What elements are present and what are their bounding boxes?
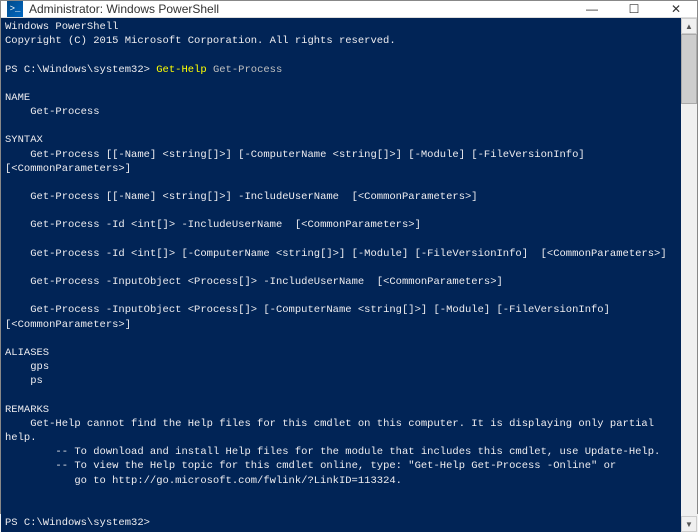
ps-copyright-line: Copyright (C) 2015 Microsoft Corporation… [5,35,396,47]
close-button[interactable]: ✕ [655,1,697,17]
syntax-line: Get-Process -Id <int[]> [-ComputerName <… [5,248,667,260]
section-name-value: Get-Process [5,106,100,118]
titlebar[interactable]: >_ Administrator: Windows PowerShell — ☐… [1,1,697,18]
terminal-output[interactable]: Windows PowerShell Copyright (C) 2015 Mi… [1,18,681,532]
syntax-line: Get-Process -Id <int[]> -IncludeUserName… [5,219,421,231]
window-controls: — ☐ ✕ [571,1,697,17]
syntax-line: Get-Process -InputObject <Process[]> [-C… [5,304,623,330]
syntax-line: Get-Process -InputObject <Process[]> -In… [5,276,503,288]
scrollbar-thumb[interactable] [681,34,697,104]
remarks-line: -- To view the Help topic for this cmdle… [5,460,616,472]
scroll-up-button[interactable]: ▲ [681,18,697,34]
section-syntax-label: SYNTAX [5,134,43,146]
remarks-line: -- To download and install Help files fo… [5,446,660,458]
alias-line: gps [5,361,49,373]
section-remarks-label: REMARKS [5,404,49,416]
scrollbar-track[interactable] [681,34,697,516]
remarks-line: Get-Help cannot find the Help files for … [5,418,660,444]
prompt-line: PS C:\Windows\system32> [5,517,150,529]
powershell-icon: >_ [7,1,23,17]
section-aliases-label: ALIASES [5,347,49,359]
ps-header-line: Windows PowerShell [5,21,118,33]
command-get-help: Get-Help [156,64,206,76]
command-arg: Get-Process [207,64,283,76]
syntax-line: Get-Process [[-Name] <string[]>] -Includ… [5,191,478,203]
maximize-button[interactable]: ☐ [613,1,655,17]
prompt-prefix: PS C:\Windows\system32> [5,64,156,76]
terminal-container: Windows PowerShell Copyright (C) 2015 Mi… [1,18,697,532]
window-title: Administrator: Windows PowerShell [29,2,571,16]
minimize-button[interactable]: — [571,1,613,17]
vertical-scrollbar[interactable]: ▲ ▼ [681,18,697,532]
alias-line: ps [5,375,43,387]
syntax-line: Get-Process [[-Name] <string[]>] [-Compu… [5,149,597,175]
powershell-window: >_ Administrator: Windows PowerShell — ☐… [0,0,698,514]
section-name-label: NAME [5,92,30,104]
remarks-line: go to http://go.microsoft.com/fwlink/?Li… [5,475,402,487]
scroll-down-button[interactable]: ▼ [681,516,697,532]
